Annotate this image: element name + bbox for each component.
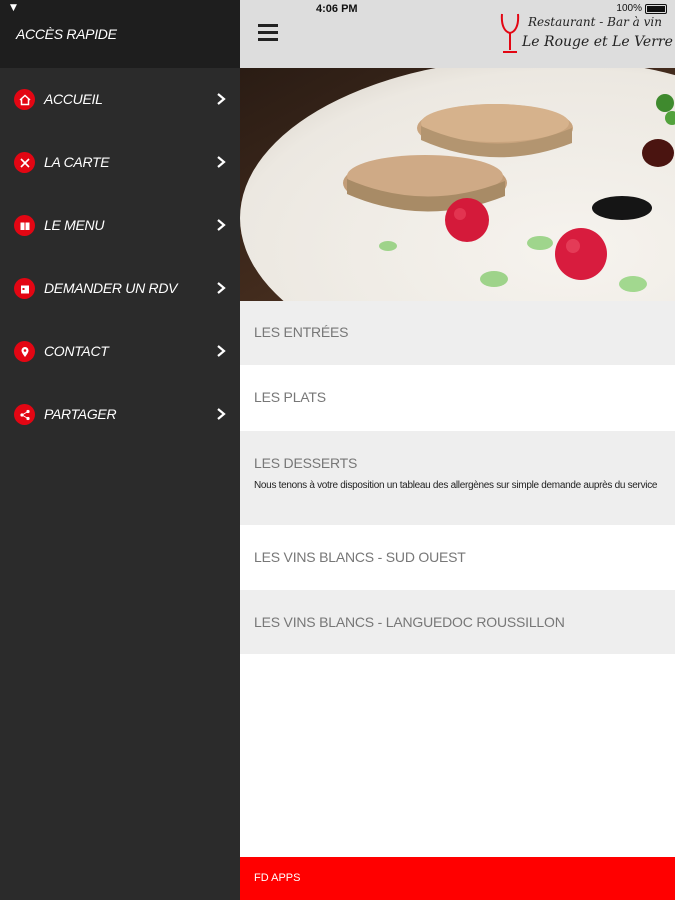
top-bar: 4:06 PM 100% Restaurant - Bar à vin Le R… — [240, 0, 675, 68]
footer-label: FD APPS — [254, 872, 301, 884]
sidebar-item-label: ACCUEIL — [44, 91, 103, 107]
restaurant-logo: Restaurant - Bar à vin Le Rouge et Le Ve… — [498, 12, 673, 60]
hero-food-image — [240, 68, 675, 301]
calendar-icon — [14, 278, 35, 299]
sidebar-item-accueil[interactable]: ACCUEIL — [0, 68, 240, 131]
sidebar: ▼ ACCÈS RAPIDE ACCUEIL LA CARTE LE MENU … — [0, 0, 240, 900]
wifi-icon: ▼ — [10, 3, 17, 13]
sidebar-item-le-menu[interactable]: LE MENU — [0, 194, 240, 257]
chevron-right-icon — [217, 219, 226, 231]
wine-glass-icon — [500, 13, 520, 53]
allergen-note: Nous tenons à votre disposition un table… — [254, 480, 658, 491]
chevron-right-icon — [217, 282, 226, 294]
chevron-right-icon — [217, 93, 226, 105]
sidebar-header: ▼ ACCÈS RAPIDE — [0, 0, 240, 68]
book-icon — [14, 215, 35, 236]
cutlery-icon — [14, 152, 35, 173]
logo-tagline: Restaurant - Bar à vin — [528, 15, 662, 29]
home-icon — [14, 89, 35, 110]
sidebar-title: ACCÈS RAPIDE — [16, 26, 117, 42]
category-label: LES DESSERTS — [254, 455, 358, 471]
status-time: 4:06 PM — [316, 3, 358, 15]
category-label: LES PLATS — [254, 389, 326, 405]
category-label: LES VINS BLANCS - SUD OUEST — [254, 549, 466, 565]
category-row[interactable]: LES PLATS — [240, 365, 675, 431]
chevron-right-icon — [217, 345, 226, 357]
category-row[interactable]: LES DESSERTS Nous tenons à votre disposi… — [240, 431, 675, 525]
share-icon — [14, 404, 35, 425]
sidebar-item-label: DEMANDER UN RDV — [44, 280, 178, 296]
hamburger-menu-button[interactable] — [258, 24, 278, 42]
sidebar-item-partager[interactable]: PARTAGER — [0, 383, 240, 446]
category-label: LES ENTRÉES — [254, 324, 349, 340]
category-row[interactable]: LES VINS BLANCS - SUD OUEST — [240, 525, 675, 590]
sidebar-item-contact[interactable]: CONTACT — [0, 320, 240, 383]
sidebar-item-label: PARTAGER — [44, 406, 117, 422]
sidebar-item-label: LE MENU — [44, 217, 105, 233]
sidebar-item-demander-un-rdv[interactable]: DEMANDER UN RDV — [0, 257, 240, 320]
location-pin-icon — [14, 341, 35, 362]
sidebar-item-label: LA CARTE — [44, 154, 110, 170]
logo-name: Le Rouge et Le Verre — [522, 34, 673, 50]
chevron-right-icon — [217, 156, 226, 168]
footer-bar[interactable]: FD APPS — [240, 857, 675, 900]
category-row[interactable]: LES VINS BLANCS - LANGUEDOC ROUSSILLON — [240, 590, 675, 654]
sidebar-item-la-carte[interactable]: LA CARTE — [0, 131, 240, 194]
sidebar-item-label: CONTACT — [44, 343, 109, 359]
foie-gras-plate-illustration — [240, 68, 675, 301]
chevron-right-icon — [217, 408, 226, 420]
category-row[interactable]: LES ENTRÉES — [240, 301, 675, 365]
category-label: LES VINS BLANCS - LANGUEDOC ROUSSILLON — [254, 614, 565, 630]
